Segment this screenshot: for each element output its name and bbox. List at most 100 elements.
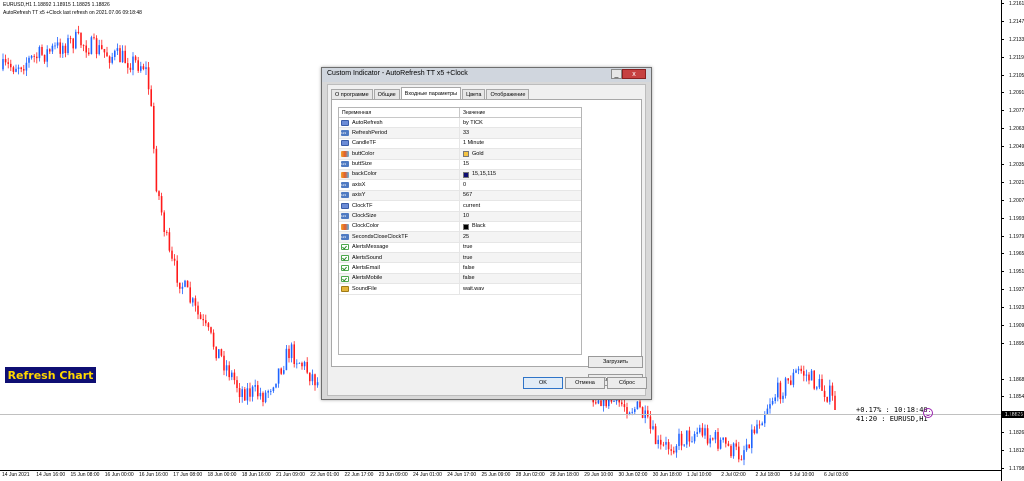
price-tick-label: 1.20075 xyxy=(1009,197,1024,204)
price-tick-mark xyxy=(1001,56,1004,58)
price-tick-label: 1.21610 xyxy=(1009,1,1024,7)
tab-1[interactable]: Общие xyxy=(373,89,400,99)
param-row[interactable]: SecondsCloseClockTF 25 xyxy=(339,232,581,243)
param-value-cell[interactable]: by TICK xyxy=(460,118,581,127)
param-variable-cell: ClockSize xyxy=(339,211,460,221)
param-value-cell[interactable]: 15,15,115 xyxy=(460,170,581,179)
time-tick-label: 2 Jul 18:00 xyxy=(755,472,780,478)
param-value-cell[interactable]: 33 xyxy=(460,128,581,137)
param-value-cell[interactable]: Gold xyxy=(460,149,581,158)
price-tick-label: 1.20215 xyxy=(1009,179,1024,186)
time-tick-label: 14 Jun 2021 xyxy=(2,472,30,478)
price-tick-label: 1.19095 xyxy=(1009,322,1024,329)
param-value-cell[interactable]: 15 xyxy=(460,160,581,169)
param-name: ClockColor xyxy=(352,223,379,230)
price-tick-mark xyxy=(1001,181,1004,183)
param-variable-cell: RefreshPeriod xyxy=(339,128,460,138)
price-tick-label: 1.20495 xyxy=(1009,144,1024,151)
param-variable-cell: buttSize xyxy=(339,159,460,169)
param-value: 25 xyxy=(463,233,470,240)
param-value: 1 Minute xyxy=(463,140,485,147)
price-tick-mark xyxy=(1001,396,1004,398)
param-row[interactable]: AlertsSound true xyxy=(339,253,581,264)
param-value-cell[interactable]: 0 xyxy=(460,180,581,189)
param-row[interactable]: AlertsMobile false xyxy=(339,273,581,285)
param-type-int-icon xyxy=(341,212,349,221)
close-button[interactable]: x xyxy=(622,69,646,79)
param-value-cell[interactable]: wait.wav xyxy=(460,284,581,293)
cancel-button[interactable]: Отмена xyxy=(565,377,605,389)
param-row[interactable]: ClockTF current xyxy=(339,201,581,212)
param-value: 33 xyxy=(463,129,470,136)
param-row[interactable]: axisY 567 xyxy=(339,190,581,202)
param-row[interactable]: AlertsMessage true xyxy=(339,242,581,254)
time-tick-label: 17 Jun 08:00 xyxy=(173,472,203,478)
reset-button[interactable]: Сброс xyxy=(607,377,647,389)
color-swatch xyxy=(463,150,469,157)
param-value-cell[interactable]: false xyxy=(460,274,581,283)
column-header-variable[interactable]: Переменная xyxy=(339,108,460,117)
param-row[interactable]: CandleTF 1 Minute xyxy=(339,138,581,150)
param-type-enum-icon xyxy=(341,119,349,126)
price-tick-mark xyxy=(1001,342,1004,344)
param-value-cell[interactable]: true xyxy=(460,243,581,252)
param-value-cell[interactable]: false xyxy=(460,263,581,272)
tab-2[interactable]: Входные параметры xyxy=(400,87,462,99)
time-tick-label: 1 Jul 10:00 xyxy=(687,472,712,478)
tab-4[interactable]: Отображение xyxy=(486,89,530,99)
load-button[interactable]: Загрузить xyxy=(588,356,643,368)
time-tick-label: 14 Jun 16:00 xyxy=(36,472,66,478)
param-row[interactable]: AlertsEmail false xyxy=(339,263,581,274)
param-type-int-icon xyxy=(341,232,349,242)
param-value-cell[interactable]: true xyxy=(460,253,581,262)
param-value: 10 xyxy=(463,213,470,220)
ok-button[interactable]: OK xyxy=(523,377,563,389)
param-row[interactable]: ClockColor Black xyxy=(339,221,581,233)
param-value-cell[interactable]: 10 xyxy=(460,212,581,221)
param-row[interactable]: buttSize 15 xyxy=(339,159,581,170)
param-variable-cell: SoundFile xyxy=(339,284,460,294)
param-variable-cell: ClockColor xyxy=(339,221,460,232)
param-value-cell[interactable]: current xyxy=(460,201,581,210)
dialog-titlebar[interactable]: Custom Indicator - AutoRefresh TT x5 +Cl… xyxy=(322,68,651,82)
param-row[interactable]: ClockSize 10 xyxy=(339,211,581,222)
param-row[interactable]: buttColor Gold xyxy=(339,149,581,160)
param-value-cell[interactable]: 567 xyxy=(460,191,581,200)
time-tick-label: 23 Jun 09:00 xyxy=(378,472,408,478)
param-value: Black xyxy=(472,223,486,230)
param-variable-cell: axisX xyxy=(339,180,460,190)
time-tick-label: 16 Jun 16:00 xyxy=(139,472,168,478)
param-row[interactable]: backColor 15,15,115 xyxy=(339,169,581,181)
time-tick-label: 16 Jun 00:00 xyxy=(104,472,134,478)
price-tick-mark xyxy=(1001,146,1004,148)
minimize-button[interactable]: _ xyxy=(611,69,622,79)
tab-3[interactable]: Цвета xyxy=(462,89,486,99)
param-row[interactable]: axisX 0 xyxy=(339,180,581,191)
price-tick-label: 1.19935 xyxy=(1009,215,1024,222)
refresh-chart-button[interactable]: Refresh Chart xyxy=(5,367,96,383)
param-value-cell[interactable]: 1 Minute xyxy=(460,139,581,148)
column-header-value[interactable]: Значение xyxy=(460,108,581,117)
param-name: ClockTF xyxy=(352,202,373,209)
param-row[interactable]: AutoRefresh by TICK xyxy=(339,118,581,129)
param-name: backColor xyxy=(352,171,377,178)
price-tick-label: 1.21190 xyxy=(1009,54,1024,61)
param-name: AlertsEmail xyxy=(352,264,380,271)
custom-indicator-dialog: Custom Indicator - AutoRefresh TT x5 +Cl… xyxy=(321,67,652,400)
time-tick-label: 5 Jul 10:00 xyxy=(789,472,815,478)
param-value-cell[interactable]: 25 xyxy=(460,232,581,241)
price-tick-mark xyxy=(1001,450,1004,452)
tab-panel-inputs: Переменная Значение AutoRefresh by TICK Re… xyxy=(331,99,643,386)
price-tick-label: 1.20770 xyxy=(1009,108,1024,115)
tab-0[interactable]: О программе xyxy=(331,89,373,99)
param-name: AlertsMobile xyxy=(352,275,383,282)
param-row[interactable]: SoundFile wait.wav xyxy=(339,284,581,295)
parameters-rows: AutoRefresh by TICK RefreshPeriod 33 CandleT… xyxy=(339,118,581,295)
param-value: by TICK xyxy=(463,119,483,126)
price-tick-mark xyxy=(1001,163,1004,165)
param-type-color-icon xyxy=(341,150,349,157)
param-value-cell[interactable]: Black xyxy=(460,222,581,231)
clock-percent-time: +0.17% : 10:18:40 xyxy=(856,406,928,414)
dialog-footer: OK Отмена Сброс xyxy=(328,369,647,395)
param-row[interactable]: RefreshPeriod 33 xyxy=(339,128,581,139)
